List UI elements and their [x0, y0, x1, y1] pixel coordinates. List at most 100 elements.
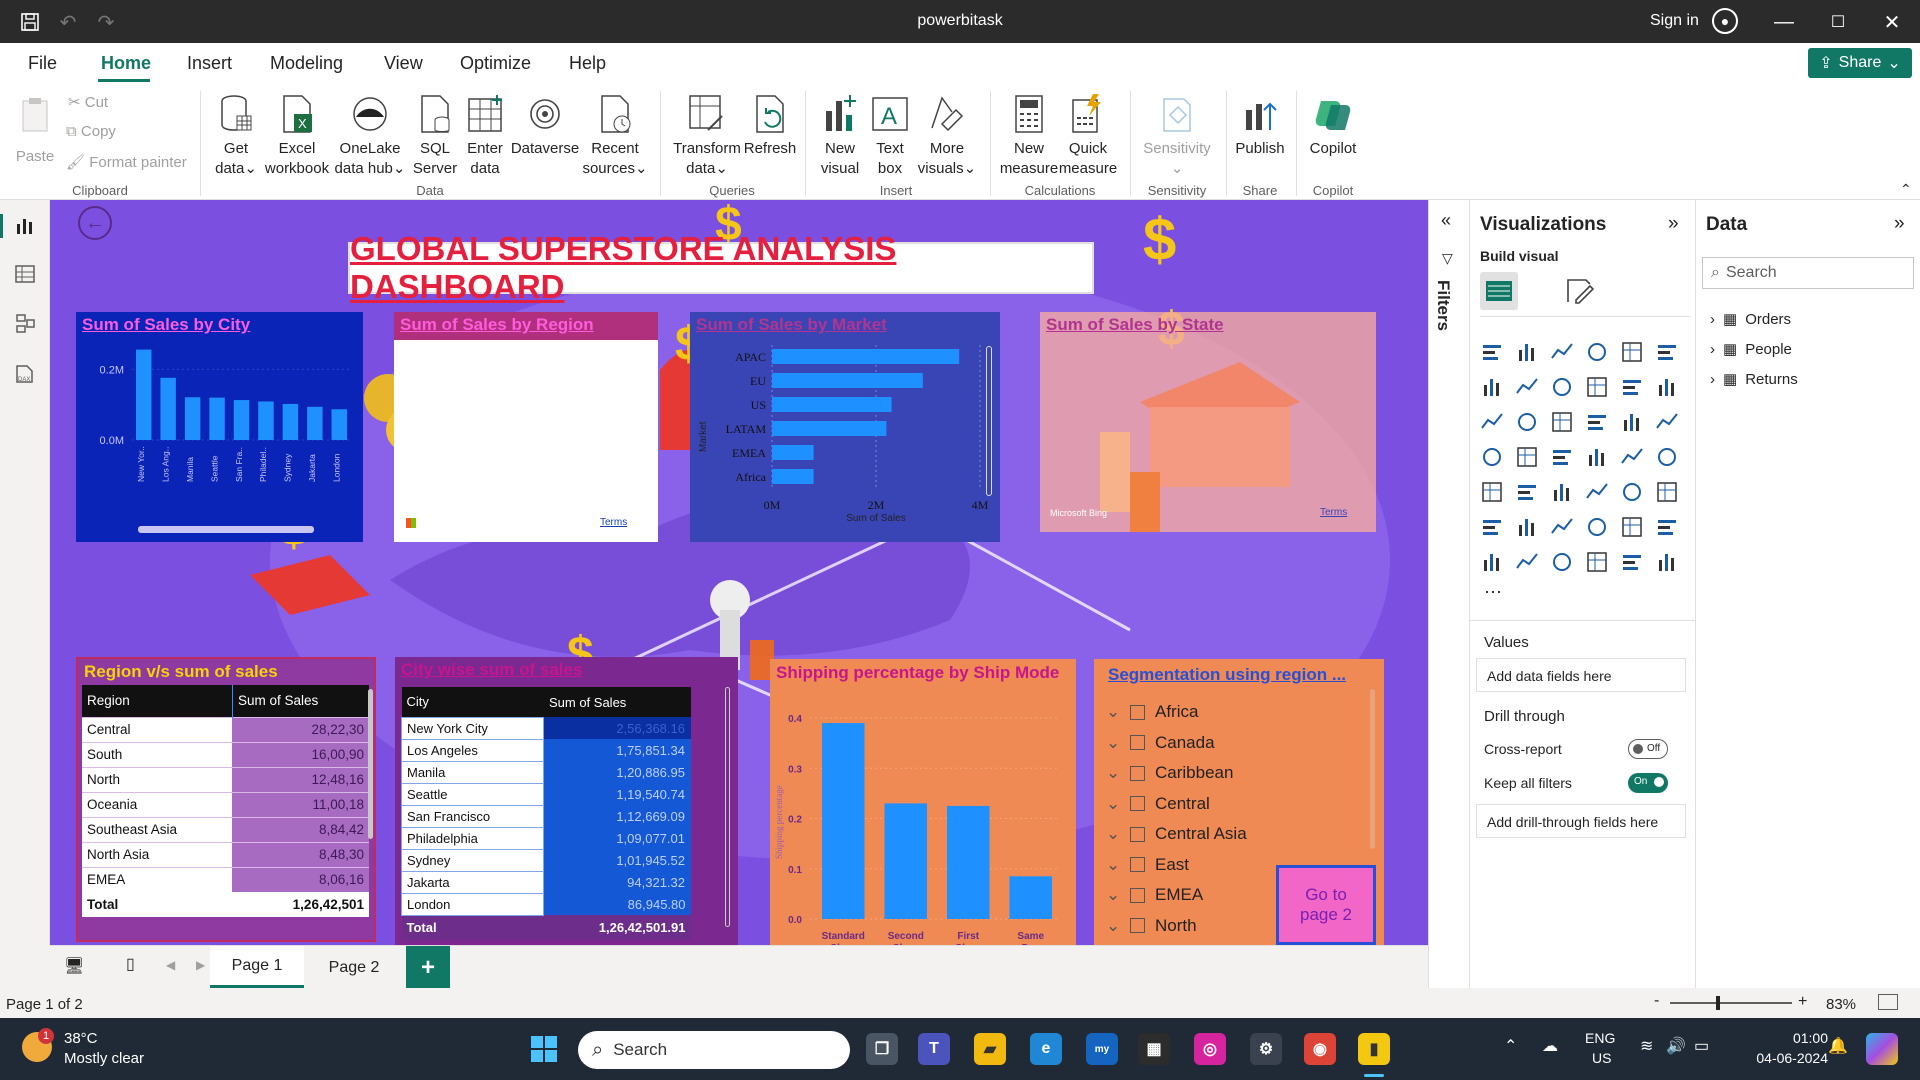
cut-button[interactable]: ✂ Cut	[68, 93, 108, 111]
chevron-down-icon[interactable]: ⌄	[1106, 855, 1130, 875]
store-icon[interactable]: ▦	[1138, 1033, 1170, 1065]
sales-by-city-chart[interactable]: Sum of Sales by City 0.2M 0.0M New Yor.. Lo…	[76, 312, 363, 542]
file-explorer-icon[interactable]: ▰	[974, 1033, 1006, 1065]
vertical-scrollbar[interactable]	[986, 346, 992, 496]
checkbox[interactable]	[1130, 826, 1145, 842]
add-page-button[interactable]: +	[406, 946, 450, 989]
slicer-item[interactable]: ⌄ Caribbean	[1106, 758, 1366, 789]
text-box-button[interactable]: A Text box	[868, 93, 912, 179]
chevron-down-icon[interactable]: ⌄	[1106, 763, 1130, 783]
get-data-button[interactable]: Get data⌄	[208, 93, 264, 179]
task-view-icon[interactable]: ❐	[866, 1033, 898, 1065]
copilot-button[interactable]: Copilot	[1303, 93, 1363, 159]
vertical-scrollbar[interactable]	[725, 687, 730, 927]
chevron-up-icon[interactable]: ⌃	[1504, 1036, 1517, 1056]
table-row[interactable]: Manila 1,20,886.95	[400, 760, 691, 784]
100-stacked-bar-visual-icon[interactable]	[1620, 340, 1644, 364]
format-visual-icon[interactable]	[1564, 276, 1595, 311]
fit-to-page-icon[interactable]	[1878, 994, 1898, 1010]
go-to-page-2-button[interactable]: Go to page 2	[1276, 865, 1376, 945]
table-row[interactable]: Jakarta 94,321.32	[400, 870, 691, 894]
sales-by-region-map[interactable]: Sum of Sales by Region Terms	[394, 312, 658, 542]
table-row[interactable]: Philadelphia 1,09,077.01	[400, 826, 691, 850]
shipping-by-ship-mode-chart[interactable]: Shipping percentage by Ship Mode 0.4 0.3 0…	[770, 659, 1076, 945]
100-stacked-column-visual-icon[interactable]	[1655, 340, 1679, 364]
zoom-slider[interactable]	[1670, 1002, 1792, 1004]
edge-icon[interactable]: e	[1030, 1033, 1062, 1065]
build-visual-tab[interactable]	[1480, 272, 1518, 310]
column-header-sum-of-sales[interactable]: Sum of Sales	[544, 687, 691, 717]
stacked-bar-visual-icon[interactable]	[1480, 340, 1504, 364]
add-drill-through-well[interactable]: Add drill-through fields here	[1476, 804, 1686, 838]
dataverse-button[interactable]: Dataverse	[510, 93, 580, 159]
chevron-right-icon[interactable]: ›	[1710, 371, 1715, 388]
prev-page-icon[interactable]: ◀	[166, 958, 175, 972]
100-stacked-area-visual-icon[interactable]	[1585, 375, 1609, 399]
treemap-visual-icon[interactable]	[1480, 445, 1504, 469]
data-search-input[interactable]: ⌕ Search	[1702, 257, 1914, 289]
checkbox[interactable]	[1130, 857, 1145, 873]
sales-by-state-map[interactable]: Sum of Sales by State Microsoft Bing Ter…	[1040, 312, 1376, 532]
narrative-visual-icon[interactable]	[1620, 515, 1644, 539]
enter-data-button[interactable]: Enter data	[462, 93, 508, 179]
chevron-right-icon[interactable]: ›	[1710, 311, 1715, 328]
minimize-icon[interactable]: —	[1770, 8, 1798, 36]
language-code[interactable]: ENG	[1585, 1030, 1615, 1046]
mobile-layout-icon[interactable]: ▯	[126, 954, 135, 974]
refresh-button[interactable]: Refresh	[742, 93, 798, 159]
chevron-down-icon[interactable]: ⌄	[1106, 885, 1130, 905]
onelake-data-hub-button[interactable]: OneLake data hub⌄	[332, 93, 408, 179]
checkbox[interactable]	[1130, 704, 1145, 720]
vertical-scrollbar[interactable]	[1370, 689, 1375, 849]
region-sales-table[interactable]: Region v/s sum of sales Region Sum of Sa…	[76, 657, 376, 942]
area-visual-icon[interactable]	[1515, 375, 1539, 399]
excel-workbook-button[interactable]: X Excel workbook	[262, 93, 332, 179]
tab-modeling[interactable]: Modeling	[270, 53, 343, 74]
card-visual-icon[interactable]	[1655, 445, 1679, 469]
table-row[interactable]: London 86,945.80	[400, 892, 691, 916]
table-row[interactable]: San Francisco 1,12,669.09	[400, 804, 691, 828]
power-automate-visual-icon[interactable]	[1550, 550, 1574, 574]
collapse-pane-icon[interactable]: »	[1894, 213, 1905, 235]
slicer-item[interactable]: ⌄ Central Asia	[1106, 819, 1366, 850]
line-stacked-column-visual-icon[interactable]	[1620, 375, 1644, 399]
table-row[interactable]: North 12,48,16	[82, 767, 369, 792]
data-table-item[interactable]: › ▦ Orders	[1710, 304, 1798, 334]
scatter-visual-icon[interactable]	[1585, 410, 1609, 434]
add-data-fields-well[interactable]: Add data fields here	[1476, 658, 1686, 692]
recent-sources-button[interactable]: Recent sources⌄	[580, 93, 650, 179]
avatar-icon[interactable]: ●	[1712, 8, 1738, 34]
zoom-out-icon[interactable]: -	[1654, 992, 1659, 1010]
column-header-city[interactable]: City	[402, 687, 544, 717]
notification-bell-icon[interactable]: 🔔	[1828, 1036, 1848, 1056]
cross-report-toggle[interactable]: Off	[1628, 739, 1668, 759]
teams-icon[interactable]: T	[918, 1033, 950, 1065]
chevron-visual-icon[interactable]	[1655, 550, 1679, 574]
table-row[interactable]: Sydney 1,01,945.52	[400, 848, 691, 872]
stacked-column-visual-icon[interactable]	[1515, 340, 1539, 364]
share-button[interactable]: ⇪ Share ⌄	[1808, 48, 1912, 78]
page-tab-2[interactable]: Page 2	[308, 946, 400, 989]
onedrive-icon[interactable]: ☁	[1542, 1036, 1558, 1056]
table-row[interactable]: Central 28,22,30	[82, 717, 369, 742]
transform-data-button[interactable]: Transform data⌄	[668, 93, 746, 179]
matrix-visual-icon[interactable]	[1620, 480, 1644, 504]
slicer-item[interactable]: ⌄ Canada	[1106, 728, 1366, 759]
tab-optimize[interactable]: Optimize	[460, 53, 531, 74]
checkbox[interactable]	[1130, 796, 1145, 812]
kpi-visual-icon[interactable]	[1515, 480, 1539, 504]
waterfall-visual-icon[interactable]	[1515, 410, 1539, 434]
python-visual-visual-icon[interactable]	[1480, 515, 1504, 539]
tab-home[interactable]: Home	[101, 53, 151, 74]
clustered-bar-visual-icon[interactable]	[1550, 340, 1574, 364]
map-visual-icon[interactable]	[1515, 445, 1539, 469]
close-icon[interactable]: ✕	[1878, 8, 1906, 36]
diamond-visual-icon[interactable]	[1620, 550, 1644, 574]
tab-insert[interactable]: Insert	[187, 53, 232, 74]
instagram-icon[interactable]: ◎	[1194, 1033, 1226, 1065]
collapse-ribbon-icon[interactable]: ⌃	[1900, 181, 1912, 198]
donut-visual-icon[interactable]	[1655, 410, 1679, 434]
slicer-item[interactable]: ⌄ Africa	[1106, 697, 1366, 728]
chrome-icon[interactable]: ◉	[1304, 1033, 1336, 1065]
azure-map-visual-icon[interactable]	[1585, 445, 1609, 469]
